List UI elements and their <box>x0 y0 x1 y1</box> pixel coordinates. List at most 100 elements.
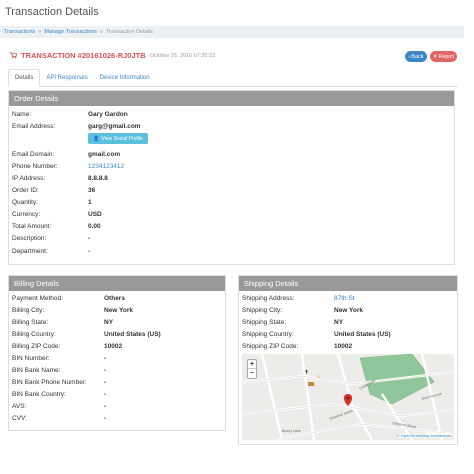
billing-field-label: BIN Number: <box>12 355 50 362</box>
shipping-row: Shipping Country: United States (US) <box>238 330 448 339</box>
billing-field-label: BIN Bank Phone Number: <box>12 379 87 386</box>
billing-details-heading: Billing Details <box>9 276 225 291</box>
shipping-field-value: United States (US) <box>334 331 391 338</box>
billing-field-value: NY <box>104 319 114 326</box>
map-street-label: Bunny Lane <box>282 429 301 433</box>
shipping-details-heading: Shipping Details <box>239 276 457 291</box>
order-field-label: Description: <box>12 235 47 242</box>
order-field-value: 36 <box>88 187 96 194</box>
cart-icon <box>10 52 17 59</box>
tab-details[interactable]: Details <box>8 69 41 87</box>
billing-row: BIN Number: - <box>8 354 218 363</box>
order-row: Name: Gary Gardon <box>8 110 448 119</box>
billing-field-value: United States (US) <box>104 331 161 338</box>
order-field-value: 8.8.8.8 <box>88 175 108 182</box>
order-row: Currency: USD <box>8 210 448 219</box>
billing-field-label: CVV: <box>12 415 27 422</box>
order-field-label: Department: <box>12 248 48 255</box>
order-field-value: gmail.com <box>88 151 121 158</box>
shipping-row: Shipping State: NY <box>238 318 448 327</box>
billing-field-label: Billing Country: <box>12 331 56 338</box>
billing-row: BIN Bank Country: - <box>8 390 218 399</box>
back-arrow-icon: ‹ <box>408 53 411 60</box>
transaction-date: October 26, 2016 07:20:23 <box>149 52 216 59</box>
order-field-value: garg@gmail.com <box>88 123 141 130</box>
billing-field-value: New York <box>104 307 134 314</box>
order-row: Department: - <box>8 247 448 256</box>
billing-field-label: BIN Bank Name: <box>12 367 61 374</box>
billing-row: Payment Method: Others <box>8 294 218 303</box>
order-field-label: Name: <box>12 111 32 118</box>
reject-button-label: Reject <box>438 53 455 60</box>
shipping-row: Shipping ZIP Code: 10002 <box>238 342 448 351</box>
billing-row: BIN Bank Phone Number: - <box>8 378 218 387</box>
shipping-field-value[interactable]: 87th St <box>334 295 355 302</box>
order-field-value[interactable]: 1234123412 <box>88 163 124 170</box>
order-field-label: Order ID: <box>12 187 39 194</box>
map-attribution[interactable]: © OpenStreetMap contributors <box>396 433 451 438</box>
billing-row: AVS: - <box>8 402 218 411</box>
tab-api-responses[interactable]: API Responses <box>40 69 93 87</box>
order-field-label: Total Amount: <box>12 223 52 230</box>
order-field-label: Email Domain: <box>12 151 55 158</box>
shipping-field-label: Shipping Address: <box>242 295 295 302</box>
order-field-label: Phone Number: <box>12 163 58 170</box>
shipping-field-label: Shipping State: <box>242 319 287 326</box>
billing-row: CVV: - <box>8 414 218 423</box>
map-canvas: ✝ ♨ Cedar Lane Chestnut Street Bunny Lan… <box>242 354 454 440</box>
shipping-field-value: 10002 <box>334 343 353 350</box>
view-social-profile-button[interactable]: 👤 View Social Profile <box>88 133 148 144</box>
billing-field-value: - <box>104 355 107 362</box>
map-street-label: Chestnut Street <box>329 409 353 421</box>
back-button-label: Back <box>411 53 424 60</box>
shipping-field-label: Shipping Country: <box>242 331 294 338</box>
shipping-row: Shipping City: New York <box>238 306 448 315</box>
breadcrumb-separator: » <box>99 29 103 35</box>
breadcrumb-transactions[interactable]: Transactions <box>4 29 35 35</box>
billing-field-value: - <box>104 379 107 386</box>
order-row: Email Domain: gmail.com <box>8 150 448 159</box>
view-social-profile-label: View Social Profile <box>101 135 143 142</box>
back-button[interactable]: ‹ Back <box>405 51 427 62</box>
map-zoom-control: + − <box>247 359 257 379</box>
tab-device-information[interactable]: Device Information <box>94 69 156 87</box>
reject-button[interactable]: ✕ Reject <box>430 51 457 62</box>
order-row: Phone Number: 1234123412 <box>8 162 448 171</box>
order-field-value: - <box>88 235 91 242</box>
zoom-in-button[interactable]: + <box>248 360 256 369</box>
billing-field-label: Payment Method: <box>12 295 63 302</box>
billing-field-label: Billing State: <box>12 319 49 326</box>
billing-field-value: - <box>104 391 107 398</box>
zoom-out-button[interactable]: − <box>248 369 256 378</box>
order-row: Total Amount: 0.00 <box>8 222 448 231</box>
order-field-label: Email Address: <box>12 123 56 130</box>
billing-field-label: AVS: <box>12 403 27 410</box>
order-field-value: Gary Gardon <box>88 111 128 118</box>
billing-field-value: Others <box>104 295 125 302</box>
billing-row: Billing Country: United States (US) <box>8 330 218 339</box>
transaction-header: TRANSACTION #20161026-RJ0JTB October 26,… <box>10 51 215 60</box>
billing-field-value: - <box>104 367 107 374</box>
user-icon: 👤 <box>93 135 100 142</box>
order-field-label: IP Address: <box>12 175 46 182</box>
breadcrumb-manage-transactions[interactable]: Manage Transactions <box>44 29 97 35</box>
order-field-label: Quantity: <box>12 199 39 206</box>
billing-field-label: BIN Bank Country: <box>12 391 66 398</box>
svg-text:✝: ✝ <box>304 369 309 376</box>
transaction-title: TRANSACTION #20161026-RJ0JTB <box>21 51 146 60</box>
order-field-value: - <box>88 248 91 255</box>
billing-field-value: - <box>104 403 107 410</box>
billing-row: Billing State: NY <box>8 318 218 327</box>
billing-field-label: Billing ZIP Code: <box>12 343 61 350</box>
order-row: IP Address: 8.8.8.8 <box>8 174 448 183</box>
svg-text:♨: ♨ <box>316 374 320 380</box>
billing-row: BIN Bank Name: - <box>8 366 218 375</box>
shipping-map[interactable]: ✝ ♨ Cedar Lane Chestnut Street Bunny Lan… <box>242 354 454 440</box>
close-icon: ✕ <box>432 53 438 60</box>
breadcrumb-separator: » <box>38 29 42 35</box>
order-row: Order ID: 36 <box>8 186 448 195</box>
order-row: Description: - <box>8 234 448 243</box>
order-row: Email Address: garg@gmail.com <box>8 122 448 131</box>
billing-row: Billing City: New York <box>8 306 218 315</box>
shipping-field-value: NY <box>334 319 344 326</box>
